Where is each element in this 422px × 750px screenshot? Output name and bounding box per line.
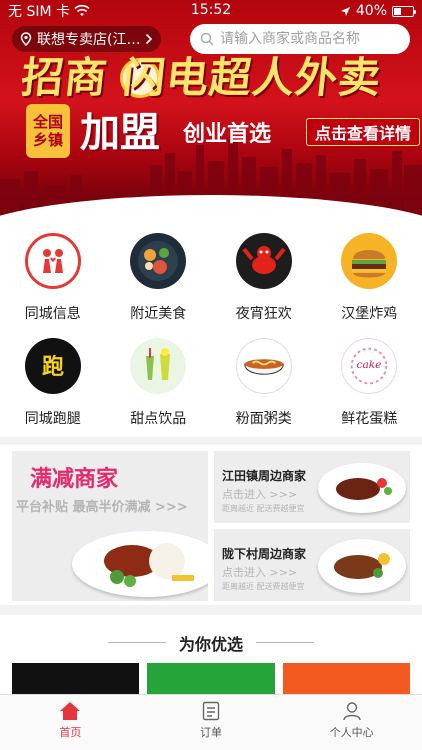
promo-nearby-card-1[interactable]: 江田镇周边商家 点击进入 >>> 距离越近 配送费越便宜 <box>214 451 410 523</box>
category-item-flowers-cake[interactable]: cake 鲜花蛋糕 <box>317 334 422 439</box>
promo-subtitle: 平台补贴 最高半价满减 >>> <box>16 500 188 515</box>
promo-side-note: 距离越近 配送费越便宜 <box>222 582 305 591</box>
cake-flower-icon: cake <box>341 338 398 394</box>
search-input[interactable] <box>220 31 400 47</box>
run-icon: 跑 <box>24 338 81 394</box>
tab-profile[interactable]: 个人中心 <box>281 695 422 750</box>
banner-slogan: 创业首选 <box>183 122 272 147</box>
svg-text:cake: cake <box>357 359 382 371</box>
category-label: 甜点饮品 <box>130 411 187 427</box>
status-right: 40% <box>340 3 416 19</box>
user-icon <box>342 702 361 721</box>
promo-side-enter-link[interactable]: 点击进入 >>> <box>222 564 297 580</box>
food-bowl-icon <box>130 233 187 289</box>
location-arrow-icon <box>340 6 350 16</box>
tab-label: 订单 <box>200 726 222 739</box>
promo-side-title: 江田镇周边商家 <box>222 469 307 483</box>
dish-image <box>318 463 406 513</box>
promo-side-note: 距离越近 配送费越便宜 <box>222 504 305 513</box>
recommend-section: 为你优选 <box>0 615 422 695</box>
category-item-nearby-food[interactable]: 附近美食 <box>106 229 212 334</box>
divider <box>256 642 314 643</box>
recommend-cards <box>12 663 410 695</box>
promo-side-title: 陇下村周边商家 <box>222 547 307 561</box>
location-selector[interactable]: 联想专卖店(江… <box>12 26 162 52</box>
status-left: 无 SIM 卡 <box>8 1 90 21</box>
location-label: 联想专卖店(江… <box>37 32 141 48</box>
category-label: 鲜花蛋糕 <box>341 411 398 427</box>
drinks-icon <box>130 338 187 394</box>
banner-details-button[interactable]: 点击查看详情 <box>306 118 421 146</box>
carrier-text: 无 SIM 卡 <box>8 4 70 20</box>
banner-badge: 全国乡镇 <box>26 104 70 158</box>
recommend-card[interactable] <box>12 663 140 695</box>
category-item-dessert-drinks[interactable]: 甜点饮品 <box>106 334 212 439</box>
promo-title: 满减商家 <box>30 467 119 492</box>
category-label: 同城信息 <box>24 306 81 322</box>
search-icon <box>200 32 214 46</box>
recommend-card[interactable] <box>147 663 275 695</box>
category-label: 粉面粥类 <box>235 411 292 427</box>
category-grid: 同城信息 附近美食 夜宵狂欢 汉堡炸鸡 跑 同城跑腿 甜点饮品 粉面粥类 cak… <box>0 225 422 437</box>
promo-discount-card[interactable]: 满减商家 平台补贴 最高半价满减 >>> <box>12 451 208 601</box>
tab-label: 个人中心 <box>329 726 374 739</box>
chevron-right-icon <box>146 33 153 45</box>
category-item-local-info[interactable]: 同城信息 <box>0 229 106 334</box>
category-item-burger[interactable]: 汉堡炸鸡 <box>317 229 422 334</box>
dish-image <box>72 531 208 597</box>
home-icon <box>60 702 81 720</box>
promo-nearby-card-2[interactable]: 陇下村周边商家 点击进入 >>> 距离越近 配送费越便宜 <box>214 529 410 601</box>
recommend-card[interactable] <box>282 663 410 695</box>
battery-icon <box>392 5 416 17</box>
category-item-noodles[interactable]: 粉面粥类 <box>211 334 317 439</box>
status-bar: 无 SIM 卡 15:52 40% <box>0 0 422 22</box>
wifi-icon <box>74 5 90 16</box>
bottom-tab-bar: 首页 订单 个人中心 <box>0 694 422 750</box>
burger-icon <box>341 233 398 289</box>
category-label: 同城跑腿 <box>24 411 81 427</box>
order-icon <box>202 701 220 721</box>
svg-text:跑: 跑 <box>42 355 64 380</box>
tab-home[interactable]: 首页 <box>0 695 141 750</box>
promo-side-enter-link[interactable]: 点击进入 >>> <box>222 486 297 502</box>
category-item-errand[interactable]: 跑 同城跑腿 <box>0 334 106 439</box>
promo-section: 满减商家 平台补贴 最高半价满减 >>> 江田镇周边商家 点击进入 >>> 距离… <box>0 445 422 605</box>
noodles-icon <box>235 338 292 394</box>
crayfish-icon <box>235 233 292 289</box>
tab-label: 首页 <box>59 726 82 739</box>
banner-join-text: 加盟 <box>80 110 160 156</box>
category-label: 汉堡炸鸡 <box>341 306 398 322</box>
recommend-title: 为你优选 <box>178 635 243 654</box>
category-label: 夜宵狂欢 <box>235 306 292 322</box>
category-label: 附近美食 <box>130 306 187 322</box>
search-bar[interactable] <box>190 24 410 54</box>
dish-image <box>318 539 406 593</box>
app-screen: 招商 闪电超人外卖 全国乡镇 加盟 创业首选 点击查看详情 无 SIM 卡 15… <box>0 0 422 750</box>
tab-orders[interactable]: 订单 <box>141 695 282 750</box>
map-pin-icon <box>20 32 32 46</box>
couple-heart-icon <box>24 233 81 289</box>
battery-percent: 40% <box>355 3 387 19</box>
category-item-late-night[interactable]: 夜宵狂欢 <box>211 229 317 334</box>
battery-fill <box>394 7 402 15</box>
